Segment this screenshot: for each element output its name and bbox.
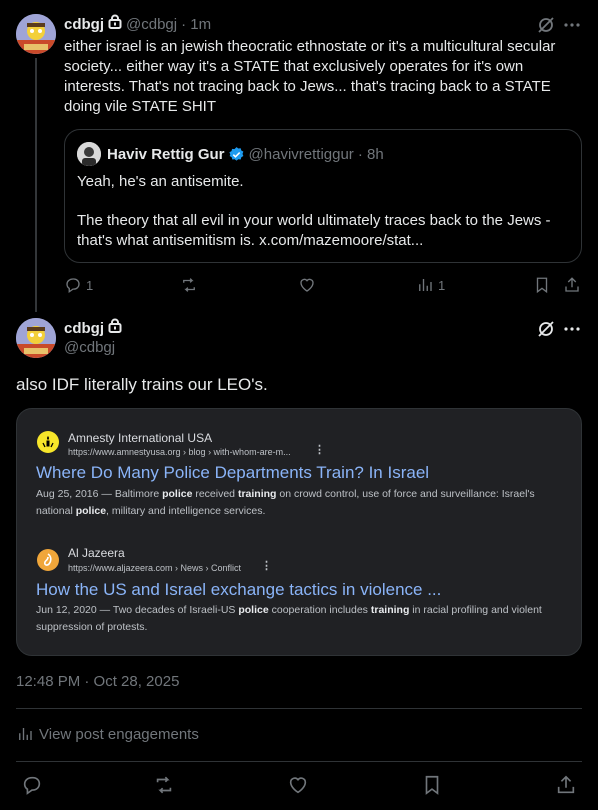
view-engagements-link[interactable]: View post engagements <box>16 725 199 743</box>
avatar-image <box>16 14 56 54</box>
quote-text-line1: Yeah, he's an antisemite. <box>77 173 244 190</box>
post-timestamp[interactable]: 12:48 PM · Oct 28, 2025 <box>16 673 179 690</box>
author-name[interactable]: cdbgj <box>64 16 104 33</box>
view-engagements-label: View post engagements <box>39 725 199 743</box>
share-icon <box>565 277 579 292</box>
post1-header: cdbgj @cdbgj · 1m <box>64 14 211 34</box>
post2-header: cdbgj <box>64 318 122 338</box>
views-button[interactable]: 1 <box>416 276 445 294</box>
quote-text-line2: The theory that all evil in your world u… <box>77 212 551 249</box>
result-title: Where Do Many Police Departments Train? … <box>36 463 430 482</box>
result-source: Amnesty International USA <box>68 431 213 445</box>
result-source: Al Jazeera <box>68 546 125 560</box>
attached-image[interactable]: Amnesty International USA https://www.am… <box>16 408 582 656</box>
verified-badge-icon <box>228 146 245 163</box>
avatar-image <box>16 318 56 358</box>
share-icon <box>557 775 575 794</box>
views-icon <box>19 728 32 740</box>
more-icon[interactable] <box>562 15 582 35</box>
author-handle[interactable]: @cdbgj <box>64 339 115 356</box>
quote-author-name: Haviv Rettig Gur <box>107 145 225 163</box>
repost-button[interactable] <box>179 276 199 294</box>
result-url: https://www.amnestyusa.org › blog › with… <box>68 447 291 457</box>
quote-header: Haviv Rettig Gur @havivrettiggur · 8h <box>77 142 384 166</box>
amnesty-candle-icon <box>37 431 59 453</box>
quote-avatar <box>77 142 101 166</box>
result-url: https://www.aljazeera.com › News › Confl… <box>68 563 242 573</box>
post-time[interactable]: · 1m <box>181 16 211 33</box>
result-snippet: Aug 25, 2016 — Baltimore police received… <box>36 488 535 517</box>
bookmark-button[interactable] <box>421 774 443 796</box>
quoted-post[interactable]: Haviv Rettig Gur @havivrettiggur · 8h Ye… <box>64 129 582 263</box>
aljazeera-logo-icon <box>37 549 59 571</box>
like-icon <box>289 777 307 794</box>
result-menu-icon: ⋮ <box>314 444 325 456</box>
views-count: 1 <box>438 277 446 293</box>
lock-icon <box>108 318 122 338</box>
reply-icon <box>66 278 80 294</box>
like-button[interactable] <box>298 276 316 294</box>
views-icon <box>419 279 432 291</box>
reply-button[interactable] <box>21 774 43 796</box>
more-icon[interactable] <box>562 319 582 339</box>
grok-icon[interactable] <box>536 319 556 339</box>
author-handle[interactable]: @cdbgj <box>126 16 177 33</box>
post-text: either israel is an jewish theocratic et… <box>64 38 556 115</box>
post-text: also IDF literally trains our LEO's. <box>16 375 268 394</box>
share-button[interactable] <box>555 774 577 796</box>
like-icon <box>300 278 314 292</box>
bookmark-icon <box>536 277 548 294</box>
quote-author-handle: @havivrettiggur <box>248 145 354 163</box>
like-button[interactable] <box>287 774 309 796</box>
share-button[interactable] <box>563 276 581 294</box>
grok-icon[interactable] <box>536 15 556 35</box>
quote-time: · 8h <box>357 145 384 163</box>
avatar[interactable] <box>16 318 56 358</box>
result-snippet: Jun 12, 2020 — Two decades of Israeli-US… <box>36 604 542 633</box>
repost-button[interactable] <box>152 774 176 796</box>
result-title: How the US and Israel exchange tactics i… <box>36 580 442 599</box>
divider <box>16 708 582 709</box>
repost-icon <box>156 776 172 794</box>
divider <box>16 761 582 762</box>
bookmark-button[interactable] <box>533 276 551 294</box>
avatar[interactable] <box>16 14 56 54</box>
reply-count: 1 <box>86 277 94 293</box>
author-name[interactable]: cdbgj <box>64 320 104 337</box>
reply-icon <box>23 776 41 795</box>
lock-icon <box>108 14 122 34</box>
reply-button[interactable]: 1 <box>64 276 93 294</box>
repost-icon <box>183 278 195 292</box>
result-menu-icon: ⋮ <box>261 560 272 572</box>
bookmark-icon <box>425 775 439 795</box>
thread-line <box>35 58 37 312</box>
